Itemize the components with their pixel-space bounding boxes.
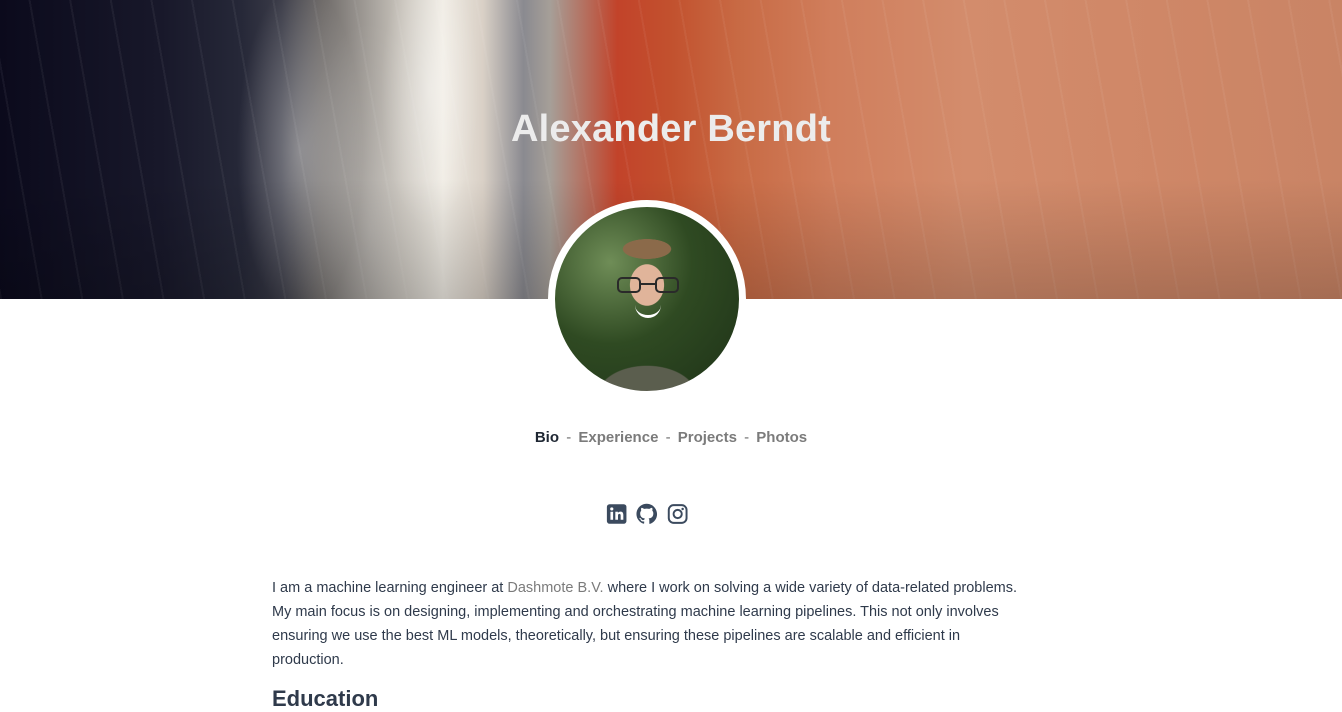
avatar — [548, 200, 746, 398]
smile-graphic — [635, 305, 661, 318]
nav-item-experience[interactable]: Experience — [578, 429, 658, 446]
nav-separator: - — [744, 429, 750, 446]
nav-item-projects[interactable]: Projects — [678, 429, 737, 446]
nav-item-photos[interactable]: Photos — [756, 429, 807, 446]
nav-separator: - — [665, 429, 671, 446]
page-title: Alexander Berndt — [511, 108, 831, 150]
glasses-graphic — [617, 277, 679, 293]
section-nav: Bio - Experience - Projects - Photos — [0, 429, 1342, 446]
nav-item-bio[interactable]: Bio — [535, 429, 559, 446]
company-link[interactable]: Dashmote B.V. — [507, 580, 603, 596]
nav-separator: - — [566, 429, 572, 446]
social-links — [606, 503, 688, 525]
github-icon[interactable] — [636, 503, 658, 525]
linkedin-icon[interactable] — [606, 503, 627, 525]
education-heading: Education — [272, 686, 379, 711]
bio-paragraph: I am a machine learning engineer at Dash… — [272, 576, 1032, 672]
instagram-icon[interactable] — [667, 503, 688, 525]
bio-text-start: I am a machine learning engineer at — [272, 580, 508, 596]
